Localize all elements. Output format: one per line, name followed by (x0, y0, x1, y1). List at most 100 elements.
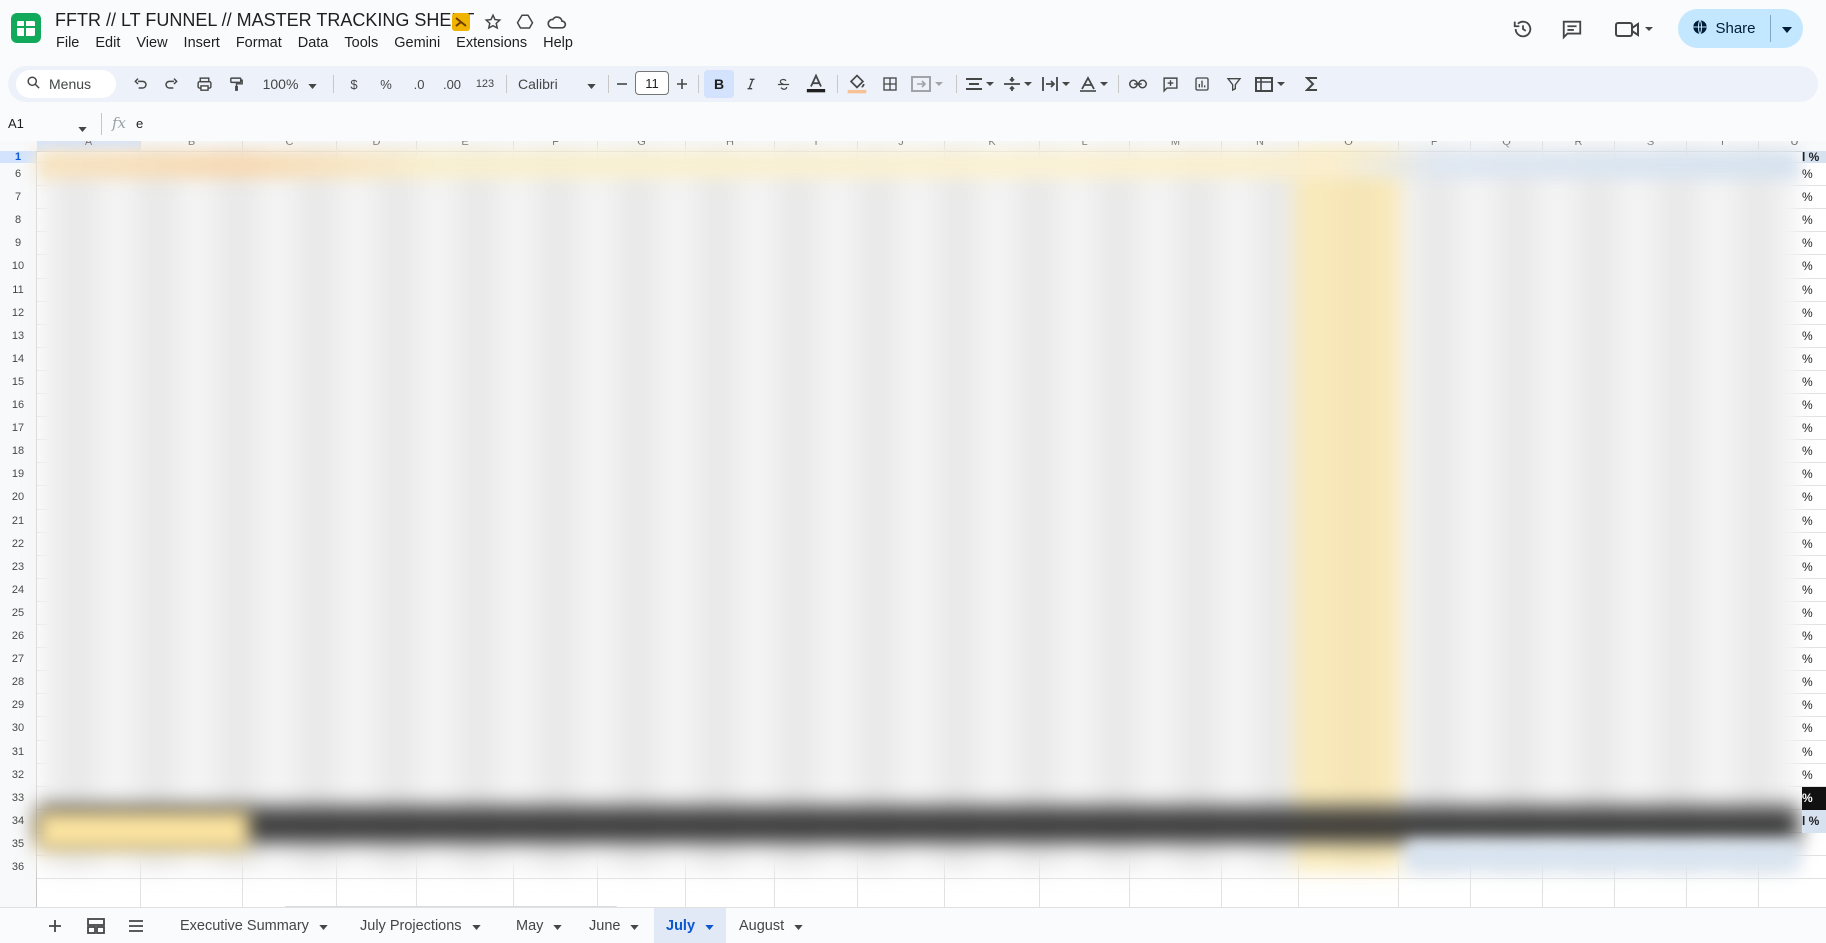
cloud-status-icon[interactable] (547, 12, 567, 32)
percent-cell[interactable]: % (1802, 694, 1826, 717)
row-header[interactable]: 23 (0, 556, 36, 579)
row-header[interactable]: 30 (0, 717, 36, 740)
menu-gemini[interactable]: Gemini (386, 34, 448, 52)
percent-cell[interactable]: % (1802, 786, 1826, 810)
sheet-tab-july[interactable]: July (654, 908, 726, 943)
percent-cell[interactable]: % (1802, 579, 1826, 602)
spreadsheet-grid[interactable]: ABCDEFGHIJKLMNOPQRSTUVW 1678910111213141… (0, 141, 1826, 907)
row-header[interactable]: 14 (0, 348, 36, 371)
row-header[interactable]: 18 (0, 440, 36, 463)
name-box[interactable]: A1 (8, 116, 24, 131)
caret-down-icon[interactable] (78, 119, 87, 137)
column-header[interactable]: Q (1471, 141, 1543, 151)
column-header[interactable]: J (858, 141, 945, 151)
percent-cell[interactable]: % (1802, 279, 1826, 302)
row-header[interactable]: 27 (0, 648, 36, 671)
row-header[interactable]: 19 (0, 463, 36, 486)
undo-icon[interactable] (126, 66, 154, 102)
row-header[interactable]: 17 (0, 417, 36, 440)
percent-cell[interactable]: % (1802, 602, 1826, 625)
column-header[interactable]: N (1222, 141, 1299, 151)
percent-cell[interactable]: % (1802, 510, 1826, 533)
percent-cell[interactable]: % (1802, 648, 1826, 671)
italic-icon[interactable] (737, 66, 765, 102)
caret-down-icon[interactable] (553, 918, 563, 934)
version-history-icon[interactable] (1508, 14, 1538, 44)
zoom-select[interactable]: 100% (256, 66, 324, 102)
percent-cell[interactable]: % (1802, 394, 1826, 417)
percent-cell[interactable]: % (1802, 186, 1826, 209)
row-header[interactable]: 34 (0, 810, 36, 833)
move-to-drive-icon[interactable] (515, 12, 535, 32)
percent-cell[interactable]: % (1802, 741, 1826, 764)
percent-cell[interactable]: % (1802, 671, 1826, 694)
column-header[interactable]: D (337, 141, 417, 151)
redo-icon[interactable] (158, 66, 186, 102)
column-header[interactable]: G (598, 141, 686, 151)
search-menus-input[interactable]: Menus (16, 70, 116, 98)
percent-cell[interactable]: % (1802, 325, 1826, 348)
apps-script-badge-icon[interactable] (451, 12, 471, 32)
sheet-tab-july-projections[interactable]: July Projections (348, 908, 493, 943)
sheet-tab-august[interactable]: August (727, 908, 815, 943)
caret-down-icon[interactable] (630, 918, 640, 934)
column-header[interactable]: C (243, 141, 337, 151)
row-header[interactable]: 8 (0, 209, 36, 232)
sheet-tab-executive-summary[interactable]: Executive Summary (168, 908, 340, 943)
percent-cell[interactable]: % (1802, 717, 1826, 740)
percent-cell[interactable]: % (1802, 625, 1826, 648)
comments-icon[interactable] (1557, 14, 1587, 44)
menu-view[interactable]: View (128, 34, 175, 52)
percent-cell[interactable]: % (1802, 417, 1826, 440)
percent-cell[interactable]: % (1802, 302, 1826, 325)
functions-icon[interactable] (1298, 66, 1326, 102)
percent-cell[interactable]: % (1802, 255, 1826, 278)
percent-cell[interactable]: % (1802, 556, 1826, 579)
row-header[interactable]: 11 (0, 279, 36, 302)
row-header[interactable]: 20 (0, 486, 36, 509)
row-header[interactable]: 6 (0, 163, 36, 186)
row-header[interactable]: 29 (0, 694, 36, 717)
column-header[interactable]: R (1543, 141, 1615, 151)
row-header[interactable]: 12 (0, 302, 36, 325)
percent-cell[interactable]: % (1802, 764, 1826, 787)
caret-down-icon[interactable] (705, 918, 714, 934)
row-header[interactable]: 9 (0, 232, 36, 255)
bold-button[interactable]: B (704, 70, 734, 98)
menu-edit[interactable]: Edit (87, 34, 128, 52)
row-header[interactable]: 36 (0, 856, 36, 879)
row-header[interactable]: 24 (0, 579, 36, 602)
add-sheet-icon[interactable] (40, 908, 70, 943)
percent-format-button[interactable]: % (374, 66, 398, 102)
column-header[interactable]: O (1299, 141, 1399, 151)
menu-extensions[interactable]: Extensions (448, 34, 535, 52)
paint-format-icon[interactable] (222, 66, 250, 102)
insert-chart-icon[interactable] (1188, 66, 1216, 102)
vertical-align-icon[interactable] (1001, 66, 1035, 102)
row-header[interactable]: 1 (0, 151, 36, 163)
column-header[interactable]: K (945, 141, 1040, 151)
menu-insert[interactable]: Insert (176, 34, 228, 52)
filter-views-icon[interactable] (1252, 66, 1292, 102)
column-header[interactable]: L (1040, 141, 1130, 151)
insert-link-icon[interactable] (1124, 66, 1152, 102)
row-header[interactable]: 13 (0, 325, 36, 348)
column-header[interactable]: T (1687, 141, 1759, 151)
row-header[interactable]: 31 (0, 741, 36, 764)
percent-cell[interactable]: % (1802, 463, 1826, 486)
merge-cells-icon[interactable] (908, 66, 948, 102)
font-size-input[interactable]: 11 (635, 71, 669, 95)
sheet-tab-june[interactable]: June (577, 908, 651, 943)
percent-cell[interactable]: % (1802, 163, 1826, 186)
column-header[interactable]: A (37, 141, 141, 151)
menu-tools[interactable]: Tools (336, 34, 386, 52)
row-header[interactable]: 16 (0, 394, 36, 417)
fill-color-icon[interactable] (842, 66, 872, 102)
horizontal-align-icon[interactable] (963, 66, 997, 102)
cells-area[interactable]: l %%%%%%%%%%%%%%%%%%%%%%%%%%%%% l % (37, 151, 1826, 907)
sheet-overview-icon[interactable] (81, 908, 111, 943)
meet-icon[interactable] (1612, 14, 1656, 44)
menu-data[interactable]: Data (290, 34, 337, 52)
column-header[interactable]: I (775, 141, 858, 151)
decrease-decimal-button[interactable]: .0 (405, 66, 433, 102)
